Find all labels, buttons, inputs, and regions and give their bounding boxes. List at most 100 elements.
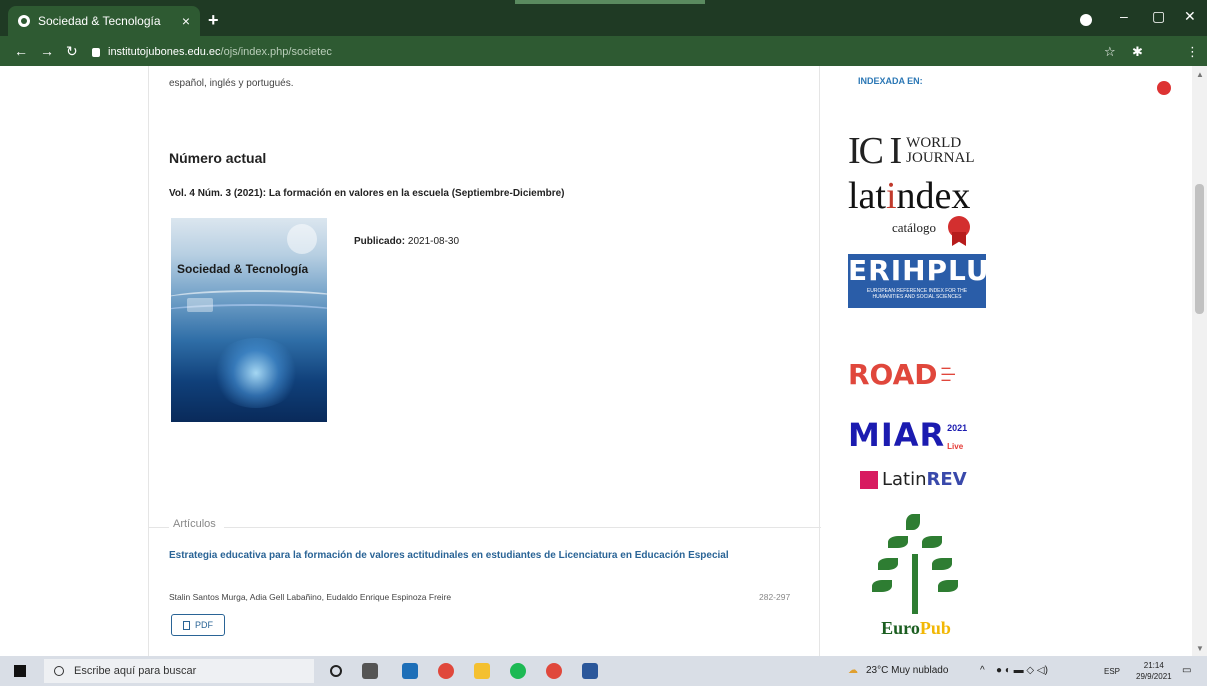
scroll-up-arrow-icon[interactable]: ▲ — [1196, 70, 1204, 79]
back-arrow-icon[interactable]: ← — [14, 43, 28, 59]
europub-leaf — [888, 536, 908, 548]
article-title-link[interactable]: Estrategia educativa para la formación d… — [169, 549, 789, 563]
europub-leaf — [938, 580, 958, 592]
latinrev-mark-icon — [860, 470, 878, 489]
lock-icon — [92, 47, 100, 57]
word-icon[interactable] — [582, 663, 598, 679]
tray-icons[interactable]: ● ◐ ▬ ◇ ◁) — [996, 665, 1048, 676]
restore-button[interactable]: ▢ — [1152, 8, 1165, 25]
url-path: /ojs/index.php/societec — [220, 46, 332, 58]
cover-logo-icon — [287, 224, 317, 254]
spotify-icon[interactable] — [510, 663, 526, 679]
europub-leaf — [906, 514, 920, 530]
erihplus-logo[interactable]: ERIHPLUS EUROPEAN REFERENCE INDEX FOR TH… — [848, 254, 1011, 308]
latinrev-logo[interactable]: LatinREV — [860, 469, 967, 490]
minimize-button[interactable]: – — [1120, 8, 1128, 24]
tray-overflow-icon[interactable]: ^ — [980, 665, 985, 676]
taskbar-search[interactable]: Escribe aquí para buscar — [44, 659, 314, 683]
page-viewport: español, inglés y portugués. Número actu… — [0, 66, 1207, 656]
main-content: español, inglés y portugués. Número actu… — [148, 66, 821, 656]
europub-leaf — [932, 558, 952, 570]
scrollbar-thumb[interactable] — [1195, 184, 1204, 314]
issue-cover-image[interactable]: Sociedad & Tecnología — [171, 218, 327, 422]
page-scrollbar[interactable]: ▲ ▼ — [1192, 66, 1207, 656]
published-label: Publicado: — [354, 236, 406, 247]
close-window-button[interactable]: ✕ — [1184, 8, 1196, 25]
road-wordmark: ROAD — [848, 357, 938, 391]
menu-kebab-icon[interactable]: ⋮ — [1186, 44, 1199, 60]
browser-tab-bar: Sociedad & Tecnología × + – ▢ ✕ — [0, 0, 1207, 36]
clock-date: 29/9/2021 — [1136, 672, 1172, 681]
latindex-catalog-label: catálogo — [892, 220, 937, 235]
clock-time: 21:14 — [1143, 661, 1164, 670]
ici-letters: IC I — [848, 130, 902, 172]
cover-title: Sociedad & Tecnología — [177, 262, 309, 276]
sidebar: INDEXADA EN: IC I WORLD JOURNAL latindex… — [822, 66, 1192, 656]
tab-close-icon[interactable]: × — [182, 13, 190, 29]
task-view-icon[interactable] — [362, 663, 378, 679]
article-authors: Stalin Santos Murga, Adia Gell Labañino,… — [169, 592, 452, 602]
intro-text: español, inglés y portugués. — [169, 78, 294, 89]
chrome-profile-icon[interactable] — [546, 663, 562, 679]
published-info: Publicado: 2021-08-30 — [354, 236, 459, 247]
pdf-label: PDF — [195, 620, 213, 630]
ici-world-journal-logo[interactable]: IC I WORLD JOURNAL — [848, 130, 975, 172]
europub-logo[interactable]: EuroPub — [866, 514, 966, 654]
new-tab-button[interactable]: + — [208, 10, 219, 31]
miar-logo[interactable]: MIAR 2021 Live — [848, 418, 967, 454]
reload-icon[interactable]: ↻ — [66, 43, 78, 60]
top-strip — [515, 0, 705, 4]
search-placeholder: Escribe aquí para buscar — [74, 665, 197, 677]
erihplus-wordmark: ERIHPLUS — [848, 254, 1011, 287]
articles-section-label: Artículos — [169, 518, 224, 530]
extensions-puzzle-icon[interactable]: ✱ — [1132, 44, 1143, 60]
erihplus-subtitle: EUROPEAN REFERENCE INDEX FOR THE HUMANIT… — [866, 288, 968, 300]
latinrev-wordmark: LatinREV — [882, 469, 967, 490]
europub-tree-icon — [912, 554, 918, 614]
site-favicon-icon — [18, 15, 30, 27]
notifications-icon[interactable]: ▭ — [1182, 665, 1191, 676]
file-explorer-icon[interactable] — [474, 663, 490, 679]
issue-title-link[interactable]: Vol. 4 Núm. 3 (2021): La formación en va… — [169, 188, 565, 199]
pdf-button[interactable]: PDF — [171, 614, 225, 636]
windows-taskbar: Escribe aquí para buscar ☁ 23°C Muy nubl… — [0, 656, 1207, 686]
latindex-ribbon-icon — [952, 232, 966, 246]
europub-leaf — [922, 536, 942, 548]
search-icon — [54, 666, 64, 676]
indexed-in-label: INDEXADA EN: — [858, 76, 923, 86]
url-field[interactable]: institutojubones.edu.ec/ojs/index.php/so… — [92, 42, 1072, 62]
current-issue-heading: Número actual — [169, 150, 267, 166]
cover-box — [187, 298, 213, 312]
latindex-logo[interactable]: latindex catálogo — [848, 174, 988, 246]
mail-icon[interactable] — [402, 663, 418, 679]
browser-tab[interactable]: Sociedad & Tecnología × — [8, 6, 200, 36]
address-bar: ← → ↻ institutojubones.edu.ec/ojs/index.… — [0, 36, 1207, 95]
chrome-icon[interactable] — [438, 663, 454, 679]
url-domain: institutojubones.edu.ec — [108, 46, 221, 58]
latindex-wordmark: latindex — [848, 175, 971, 217]
weather-text[interactable]: 23°C Muy nublado — [866, 665, 948, 676]
article-pages: 282-297 — [759, 592, 791, 602]
europub-leaf — [872, 580, 892, 592]
ici-wordmark: WORLD JOURNAL — [906, 135, 975, 166]
document-icon — [183, 620, 190, 630]
published-date: 2021-08-30 — [407, 236, 460, 247]
windows-start-icon[interactable] — [14, 665, 26, 677]
bookmark-star-icon[interactable]: ☆ — [1104, 44, 1116, 60]
language-indicator[interactable]: ESP — [1104, 667, 1120, 676]
europub-wordmark: EuroPub — [881, 618, 951, 638]
road-logo[interactable]: ROAD ▬▬ ▬▬▬ ▬▬ — [848, 356, 982, 392]
miar-wordmark: MIAR — [848, 416, 946, 454]
system-clock[interactable]: 21:14 29/9/2021 — [1136, 660, 1172, 682]
cortana-icon[interactable] — [330, 665, 342, 677]
forward-arrow-icon[interactable]: → — [40, 43, 54, 59]
weather-icon: ☁ — [848, 665, 858, 676]
tab-title: Sociedad & Tecnología — [38, 14, 161, 28]
browser-profile-icon[interactable] — [1080, 14, 1092, 26]
road-description-lines: ▬▬ ▬▬▬ ▬▬ — [941, 365, 956, 382]
scroll-down-arrow-icon[interactable]: ▼ — [1196, 644, 1204, 653]
articles-divider — [149, 527, 821, 528]
europub-leaf — [878, 558, 898, 570]
miar-badge: 2021 Live — [947, 423, 968, 451]
cover-glow-graphic — [211, 338, 301, 408]
